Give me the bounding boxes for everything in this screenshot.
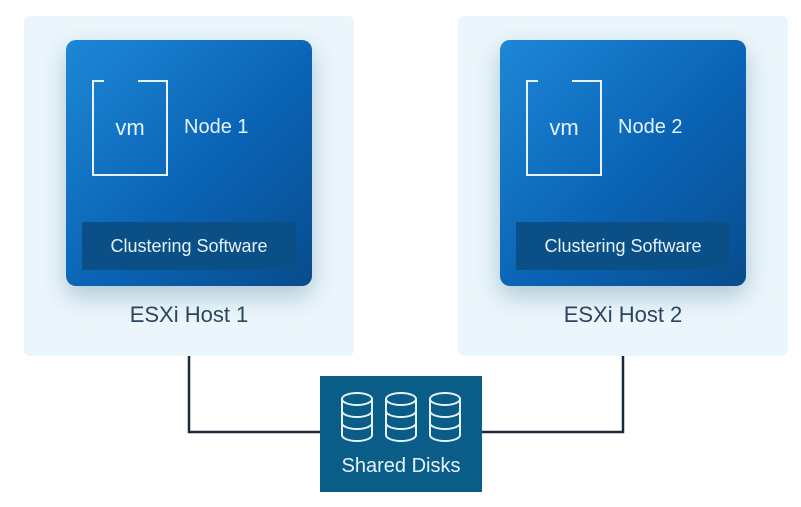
node-label-2: Node 2	[618, 116, 683, 139]
node-label-1: Node 1	[184, 116, 249, 139]
clustering-software-label-2: Clustering Software	[516, 222, 730, 270]
vm-card-2: vm Node 2 Clustering Software	[500, 40, 746, 286]
vm-text-2: vm	[528, 82, 600, 174]
host-label-1: ESXi Host 1	[24, 302, 354, 328]
disk-stack-icon	[427, 391, 463, 445]
disk-icon-row	[339, 391, 463, 445]
clustering-software-label-1: Clustering Software	[82, 222, 296, 270]
vm-box-2: vm	[526, 82, 602, 176]
diagram-canvas: vm Node 1 Clustering Software ESXi Host …	[0, 0, 801, 507]
vm-text-1: vm	[94, 82, 166, 174]
esxi-host-1-container: vm Node 1 Clustering Software ESXi Host …	[24, 16, 354, 356]
vm-card-1: vm Node 1 Clustering Software	[66, 40, 312, 286]
vm-box-1: vm	[92, 82, 168, 176]
shared-disks-label: Shared Disks	[342, 455, 461, 478]
host-label-2: ESXi Host 2	[458, 302, 788, 328]
shared-disks-box: Shared Disks	[320, 376, 482, 492]
esxi-host-2-container: vm Node 2 Clustering Software ESXi Host …	[458, 16, 788, 356]
disk-stack-icon	[383, 391, 419, 445]
disk-stack-icon	[339, 391, 375, 445]
